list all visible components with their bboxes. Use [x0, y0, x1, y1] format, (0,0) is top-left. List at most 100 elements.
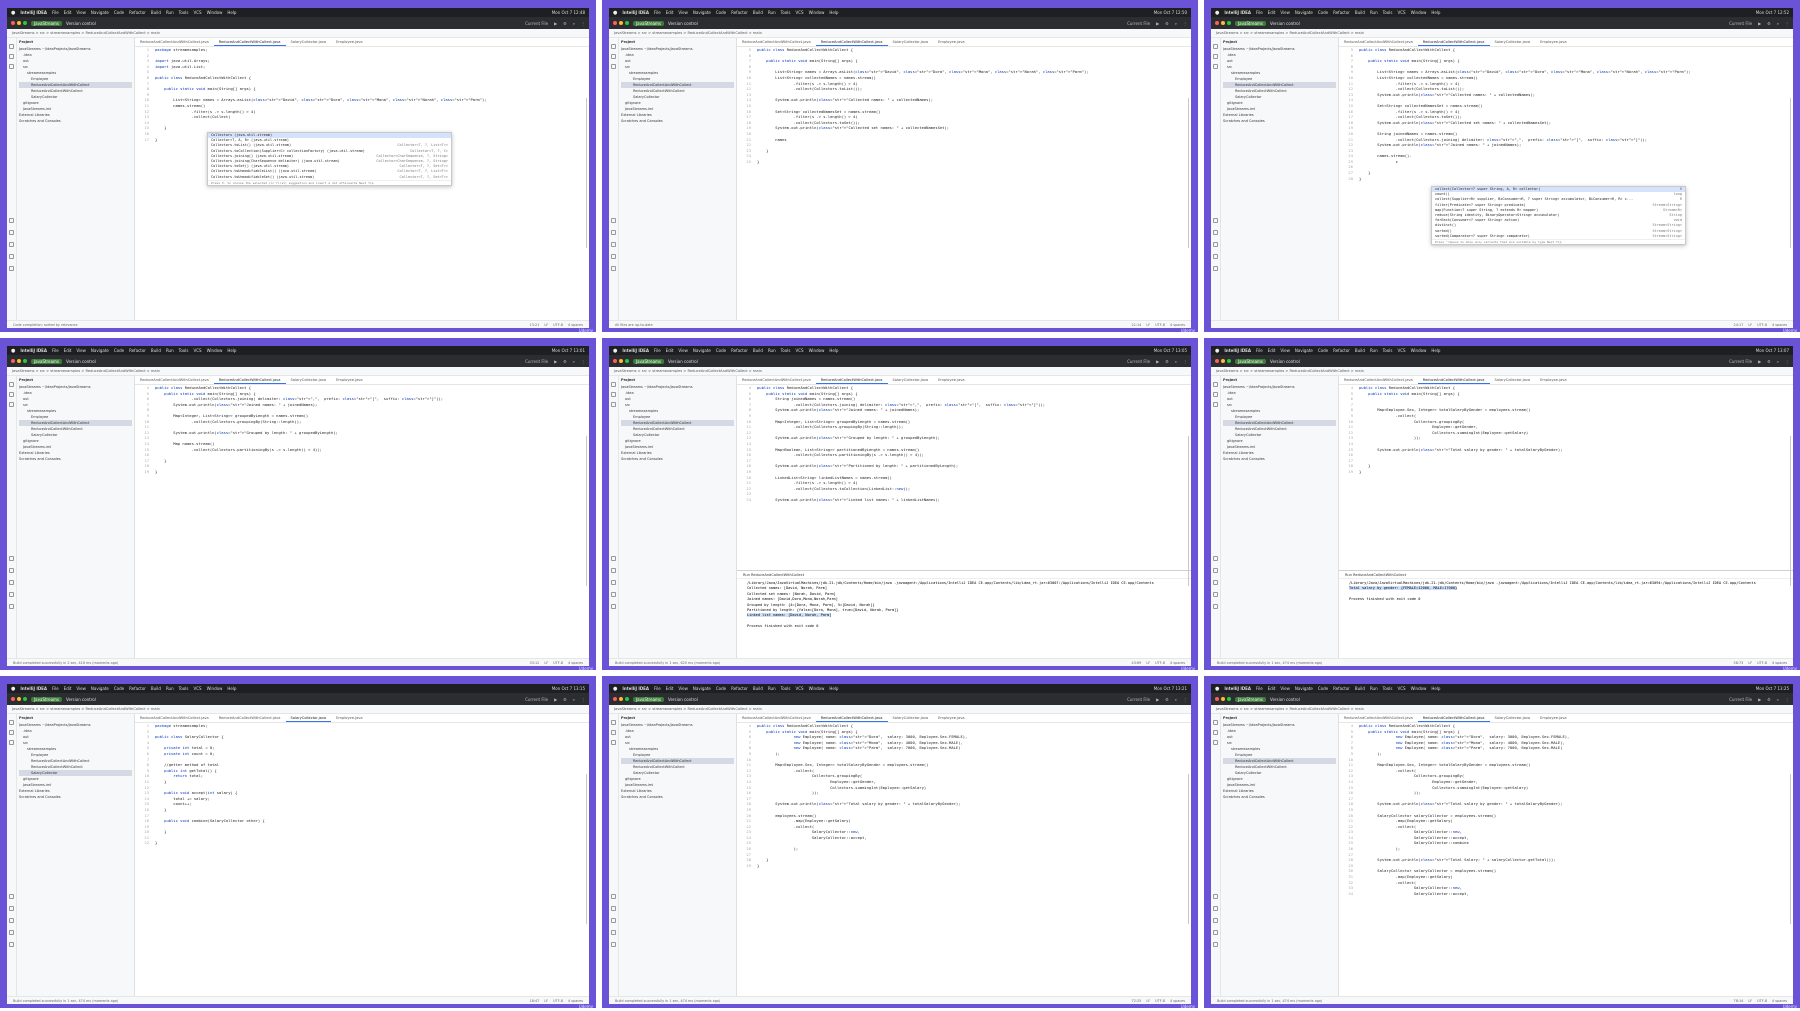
menu-item[interactable]: Window — [1411, 10, 1427, 15]
menu-item[interactable]: Navigate — [91, 348, 109, 353]
tool-window-icon[interactable] — [1213, 218, 1218, 223]
menu-item[interactable]: Code — [1318, 10, 1328, 15]
tool-window-icon[interactable] — [1213, 730, 1218, 735]
menu-item[interactable]: Window — [207, 348, 223, 353]
window-control-button[interactable] — [11, 359, 15, 363]
editor-tab[interactable]: SalaryCollector.java — [888, 38, 934, 46]
menu-item[interactable]: File — [52, 686, 59, 691]
tool-window-icon[interactable] — [1213, 266, 1218, 271]
apple-icon[interactable]: ● — [613, 686, 617, 692]
status-indicator[interactable]: LF — [1146, 999, 1150, 1003]
gear-icon[interactable]: ⚙ — [563, 359, 567, 364]
project-selector[interactable]: JavaStreams — [1235, 696, 1267, 702]
tool-window-icon[interactable] — [1213, 942, 1218, 947]
window-control-button[interactable] — [1227, 697, 1231, 701]
code-area[interactable]: 4 public class ReduceAndCollectWithCollec… — [737, 723, 1191, 868]
status-indicator[interactable]: 13:21 — [530, 323, 540, 327]
tool-window-icon[interactable] — [611, 402, 616, 407]
search-icon[interactable]: ⌕ — [1777, 697, 1779, 702]
tool-window-icon[interactable] — [9, 604, 14, 609]
window-control-button[interactable] — [1221, 359, 1225, 363]
project-tree-item[interactable]: Scratches and Consoles — [1223, 794, 1336, 800]
status-indicator[interactable]: LF — [1146, 661, 1150, 665]
menu-item[interactable]: VCS — [1397, 348, 1405, 353]
tool-window-icon[interactable] — [9, 64, 14, 69]
menu-item[interactable]: Build — [1355, 10, 1365, 15]
project-tree-item[interactable]: Scratches and Consoles — [621, 456, 734, 462]
window-control-button[interactable] — [619, 21, 623, 25]
tool-window-icon[interactable] — [611, 942, 616, 947]
menu-item[interactable]: Edit — [64, 348, 72, 353]
editor-tab[interactable]: Employee.java — [331, 376, 367, 384]
menu-item[interactable]: View — [1280, 10, 1290, 15]
tool-window-icon[interactable] — [9, 230, 14, 235]
status-indicator[interactable]: 4 spaces — [1772, 661, 1787, 665]
code-area[interactable]: 4 public class ReduceAndCollectWithCollec… — [1339, 385, 1793, 475]
run-icon[interactable]: ▶ — [1156, 697, 1159, 702]
run-config-selector[interactable]: Current File — [525, 21, 548, 26]
menu-item[interactable]: Tools — [1383, 348, 1393, 353]
project-tree-item[interactable]: Scratches and Consoles — [621, 118, 734, 124]
vcs-selector[interactable]: Version control — [66, 697, 96, 702]
search-icon[interactable]: ⌕ — [573, 21, 575, 26]
project-selector[interactable]: JavaStreams — [1235, 20, 1267, 26]
window-control-button[interactable] — [1221, 697, 1225, 701]
editor-scrollbar[interactable] — [1188, 98, 1189, 248]
project-selector[interactable]: JavaStreams — [633, 358, 665, 364]
tool-window-icon[interactable] — [611, 218, 616, 223]
code-area[interactable]: 1 package streamexamples; 2 3 public class S… — [135, 723, 589, 846]
editor-tab[interactable]: SalaryCollector.java — [285, 714, 332, 722]
tool-window-icon[interactable] — [1213, 64, 1218, 69]
tool-window-icon[interactable] — [611, 64, 616, 69]
more-icon[interactable]: ⋮ — [1183, 697, 1187, 702]
apple-icon[interactable]: ● — [11, 686, 15, 692]
tool-window-icon[interactable] — [611, 930, 616, 935]
menu-item[interactable]: Window — [1411, 686, 1427, 691]
vcs-selector[interactable]: Version control — [1270, 697, 1300, 702]
menu-item[interactable]: File — [1256, 10, 1263, 15]
menu-item[interactable]: VCS — [193, 10, 201, 15]
menu-item[interactable]: Refactor — [1333, 686, 1350, 691]
menu-item[interactable]: Navigate — [91, 686, 109, 691]
menu-item[interactable]: Help — [829, 686, 838, 691]
menu-item[interactable]: Help — [227, 348, 236, 353]
status-indicator[interactable]: 78:14 — [1734, 999, 1744, 1003]
gear-icon[interactable]: ⚙ — [563, 697, 567, 702]
menu-item[interactable]: Help — [829, 348, 838, 353]
editor-tab[interactable]: ReduceAndCollectWithCollect.java — [1417, 38, 1490, 46]
editor-tab[interactable]: SalaryCollector.java — [888, 714, 934, 722]
window-control-button[interactable] — [613, 359, 617, 363]
vcs-selector[interactable]: Version control — [668, 697, 698, 702]
status-indicator[interactable]: LF — [544, 999, 548, 1003]
status-indicator[interactable]: 58:73 — [1734, 661, 1744, 665]
menu-item[interactable]: Tools — [781, 348, 791, 353]
tool-window-icon[interactable] — [1213, 906, 1218, 911]
more-icon[interactable]: ⋮ — [1785, 697, 1789, 702]
status-indicator[interactable]: LF — [1748, 661, 1752, 665]
status-indicator[interactable]: UTF-8 — [553, 661, 563, 665]
tool-window-icon[interactable] — [611, 568, 616, 573]
menu-item[interactable]: VCS — [193, 348, 201, 353]
project-selector[interactable]: JavaStreams — [31, 20, 63, 26]
menu-item[interactable]: Build — [151, 686, 161, 691]
status-indicator[interactable]: 4 spaces — [568, 999, 583, 1003]
editor-tab[interactable]: ReduceAndCollectWithCollect.java — [1417, 714, 1490, 722]
tool-window-icon[interactable] — [611, 242, 616, 247]
editor-tab[interactable]: ReduceAndCollectWithCollect.java — [213, 38, 286, 46]
menu-item[interactable]: Edit — [666, 348, 674, 353]
search-icon[interactable]: ⌕ — [1777, 21, 1779, 26]
more-icon[interactable]: ⋮ — [581, 697, 585, 702]
status-indicator[interactable]: 72:25 — [1132, 999, 1142, 1003]
menu-item[interactable]: VCS — [1397, 10, 1405, 15]
status-indicator[interactable]: 4 spaces — [568, 323, 583, 327]
tool-window-icon[interactable] — [1213, 604, 1218, 609]
tool-window-icon[interactable] — [9, 44, 14, 49]
menu-item[interactable]: Help — [1431, 348, 1440, 353]
editor-tab[interactable]: ReduceAndCollectAndWithCollect.java — [1339, 38, 1418, 46]
editor-tab[interactable]: ReduceAndCollectAndWithCollect.java — [1339, 376, 1418, 384]
menu-item[interactable]: View — [1280, 686, 1290, 691]
menu-item[interactable]: Tools — [179, 348, 189, 353]
status-indicator[interactable]: LF — [544, 323, 548, 327]
window-control-button[interactable] — [619, 697, 623, 701]
run-icon[interactable]: ▶ — [1156, 359, 1159, 364]
